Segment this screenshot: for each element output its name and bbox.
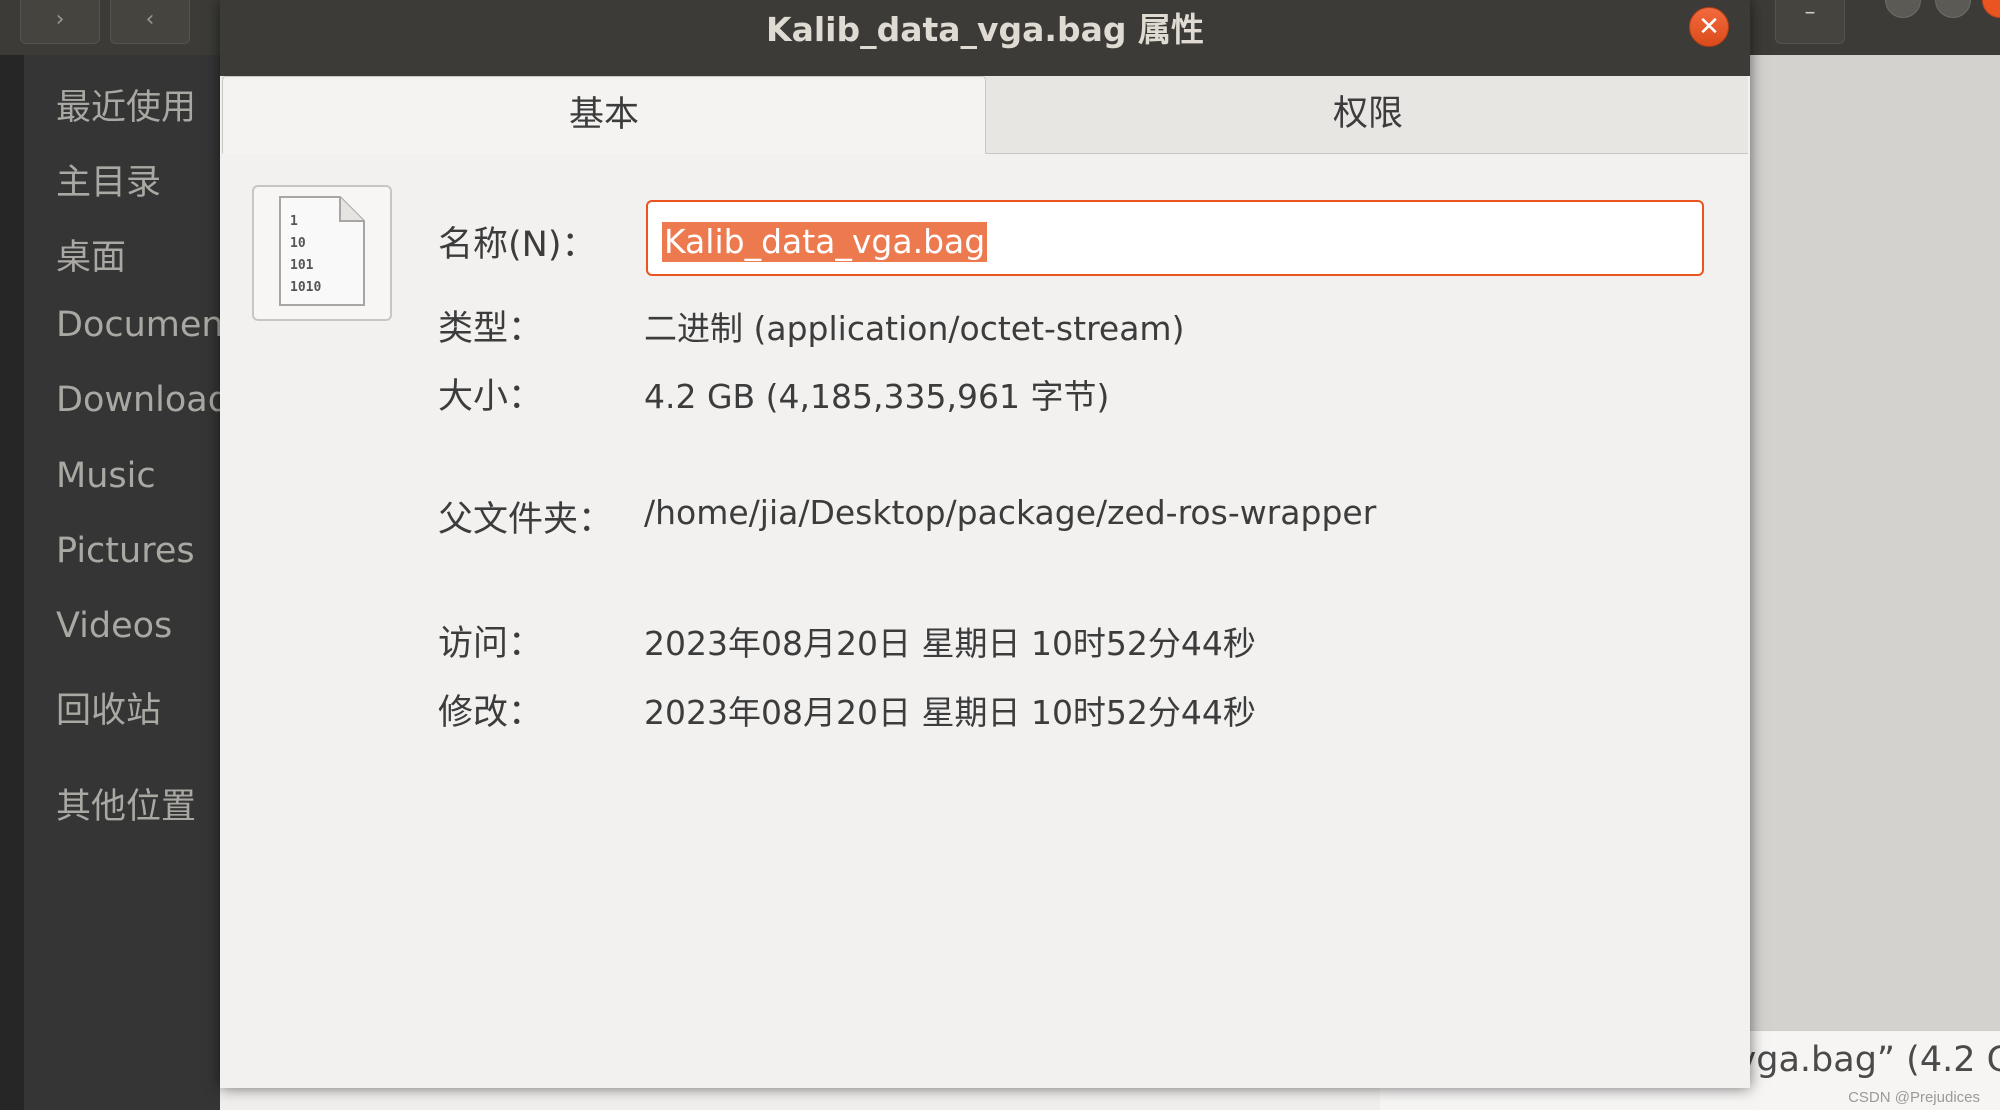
properties-dialog: Kalib_data_vga.bag 属性 ✕ 基本 权限 1 10 101 1… — [220, 0, 1750, 1088]
icon-line-1: 1 — [290, 214, 298, 229]
sidebar-item-documents[interactable]: Document — [56, 305, 237, 345]
binary-file-icon-graphic: 1 10 101 1010 — [279, 196, 365, 306]
modified-value: 2023年08月20日 星期日 10时52分44秒 — [644, 693, 1256, 732]
size-label: 大小： — [438, 377, 544, 417]
maximize-icon[interactable] — [1935, 0, 1971, 18]
name-label: 名称(N)： — [438, 225, 597, 265]
sidebar-item-home[interactable]: 主目录 — [56, 154, 161, 205]
sidebar-edge — [0, 55, 24, 1110]
accessed-value: 2023年08月20日 星期日 10时52分44秒 — [644, 624, 1256, 663]
close-icon[interactable]: ✕ — [1689, 7, 1729, 47]
icon-line-2: 10 — [290, 236, 306, 251]
window-control-icon[interactable] — [1885, 0, 1921, 18]
sidebar-item-pictures[interactable]: Pictures — [56, 531, 195, 571]
modified-label: 修改： — [438, 693, 544, 733]
name-input-value[interactable]: Kalib_data_vga.bag — [662, 222, 988, 262]
parent-folder-value: /home/jia/Desktop/package/zed-ros-wrappe… — [644, 493, 1377, 532]
dialog-title: Kalib_data_vga.bag 属性 — [766, 10, 1204, 49]
sidebar-item-music[interactable]: Music — [56, 456, 156, 496]
type-value: 二进制 (application/octet-stream) — [644, 309, 1185, 348]
sidebar-item-downloads[interactable]: Download — [56, 380, 230, 420]
window-close-icon[interactable] — [1982, 0, 2000, 18]
sidebar-item-trash[interactable]: 回收站 — [56, 682, 161, 733]
dialog-titlebar[interactable]: Kalib_data_vga.bag 属性 ✕ — [220, 0, 1750, 76]
sidebar: 最近使用 主目录 桌面 Document Download Music Pict… — [0, 55, 237, 1110]
tab-permissions[interactable]: 权限 — [988, 76, 1748, 154]
binary-file-icon: 1 10 101 1010 — [252, 185, 392, 321]
accessed-label: 访问： — [438, 624, 544, 664]
icon-line-4: 1010 — [290, 280, 321, 295]
minimize-icon[interactable]: – — [1775, 0, 1845, 44]
size-value: 4.2 GB (4,185,335,961 字节) — [644, 377, 1110, 416]
sidebar-item-desktop[interactable]: 桌面 — [56, 229, 126, 280]
tab-bar: 基本 权限 — [222, 76, 1748, 154]
name-input[interactable]: Kalib_data_vga.bag — [646, 200, 1704, 276]
file-view-shade — [1750, 55, 2000, 1035]
tab-basic[interactable]: 基本 — [222, 76, 986, 154]
forward-icon[interactable]: › — [20, 0, 100, 44]
sidebar-item-other-locations[interactable]: 其他位置 — [56, 778, 196, 829]
icon-line-3: 101 — [290, 258, 314, 273]
sidebar-panel — [24, 55, 220, 1110]
back-icon[interactable]: ‹ — [110, 0, 190, 44]
sidebar-item-recent[interactable]: 最近使用 — [56, 79, 196, 130]
type-label: 类型： — [438, 309, 544, 349]
sidebar-item-videos[interactable]: Videos — [56, 606, 172, 646]
watermark: CSDN @Prejudices — [1848, 1089, 1980, 1106]
parent-folder-label: 父文件夹： — [438, 500, 614, 540]
